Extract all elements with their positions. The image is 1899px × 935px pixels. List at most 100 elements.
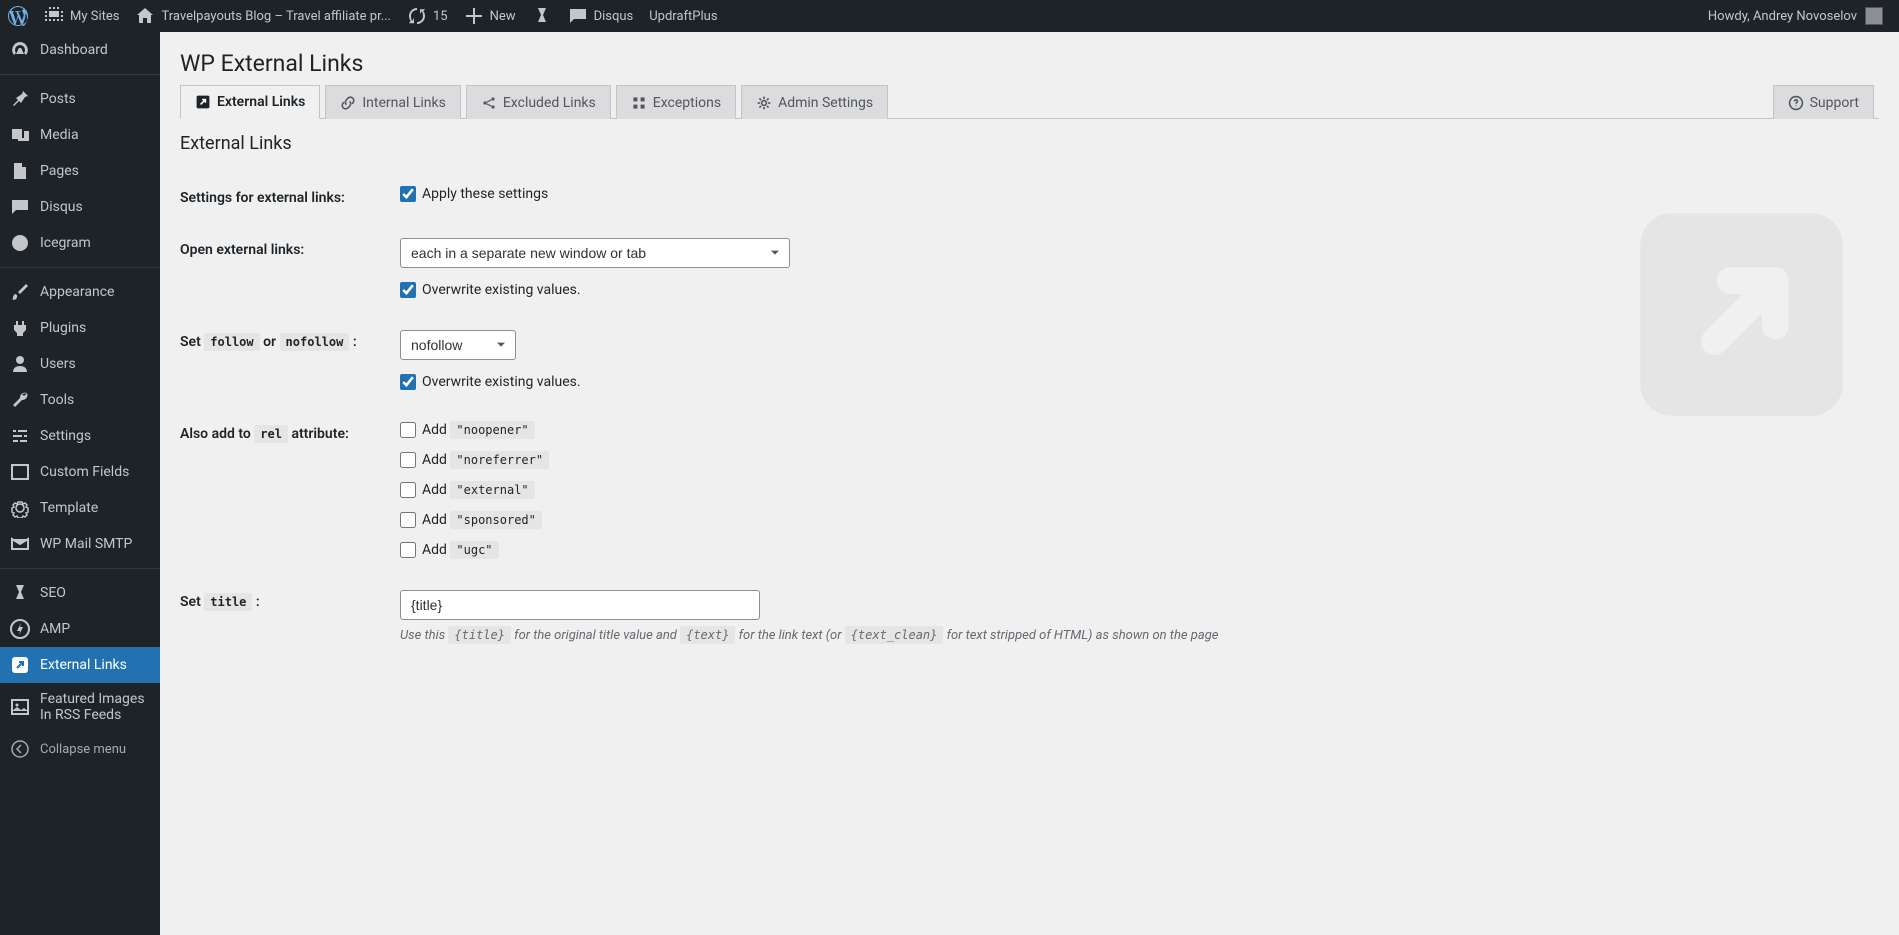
- title-description: Use this {title} for the original title …: [400, 628, 1879, 643]
- wrench-icon: [10, 390, 30, 410]
- cog-icon: [756, 95, 772, 111]
- apply-settings-field[interactable]: Apply these settings: [400, 186, 1879, 202]
- admin-bar: My Sites Travelpayouts Blog – Travel aff…: [0, 0, 1899, 32]
- mail-icon: [10, 534, 30, 554]
- yoast[interactable]: [524, 0, 560, 32]
- share-icon: [481, 95, 497, 111]
- label-title: Set title :: [180, 590, 400, 610]
- external-icon: [195, 94, 211, 110]
- site-title-label: Travelpayouts Blog – Travel affiliate pr…: [161, 9, 391, 24]
- tab-support[interactable]: Support: [1773, 85, 1874, 119]
- menu-posts[interactable]: Posts: [0, 81, 160, 117]
- title-input[interactable]: [400, 590, 760, 620]
- my-sites-label: My Sites: [70, 9, 119, 24]
- external-link-icon: [10, 655, 30, 675]
- menu-seo[interactable]: SEO: [0, 575, 160, 611]
- overwrite-open-checkbox[interactable]: [400, 282, 416, 298]
- sponsored-checkbox[interactable]: [400, 512, 416, 528]
- open-select[interactable]: each in a separate new window or tab: [400, 238, 790, 268]
- collapse-menu[interactable]: Collapse menu: [0, 731, 160, 767]
- updraft-label: UpdraftPlus: [649, 9, 717, 24]
- grid-icon: [631, 95, 647, 111]
- menu-amp[interactable]: AMP: [0, 611, 160, 647]
- user-greeting[interactable]: Howdy, Andrey Novoselov: [1700, 0, 1891, 32]
- dashboard-icon: [10, 40, 30, 60]
- noreferrer-field[interactable]: Add "noreferrer": [400, 452, 1879, 468]
- update-icon: [407, 6, 427, 26]
- tab-exceptions[interactable]: Exceptions: [616, 85, 736, 119]
- sponsored-field[interactable]: Add "sponsored": [400, 512, 1879, 528]
- icegram-icon: [10, 233, 30, 253]
- sites-icon: [44, 6, 64, 26]
- help-icon: [1788, 95, 1804, 111]
- menu-custom-fields[interactable]: Custom Fields: [0, 454, 160, 490]
- label-rel: Also add to rel attribute:: [180, 422, 400, 442]
- menu-plugins[interactable]: Plugins: [0, 310, 160, 346]
- greeting-label: Howdy, Andrey Novoselov: [1708, 9, 1857, 24]
- collapse-icon: [10, 739, 30, 759]
- new-label: New: [490, 9, 516, 24]
- updates[interactable]: 15: [399, 0, 456, 32]
- disqus-bar[interactable]: Disqus: [560, 0, 642, 32]
- wp-logo[interactable]: [0, 0, 36, 32]
- updates-count: 15: [433, 9, 448, 24]
- menu-featured-images[interactable]: Featured Images In RSS Feeds: [0, 683, 160, 731]
- updraft-bar[interactable]: UpdraftPlus: [641, 0, 725, 32]
- label-open: Open external links:: [180, 238, 400, 258]
- follow-select[interactable]: nofollow: [400, 330, 516, 360]
- fields-icon: [10, 462, 30, 482]
- page-title: WP External Links: [180, 32, 1879, 85]
- watermark-icon: [1629, 202, 1854, 427]
- overwrite-follow-checkbox[interactable]: [400, 374, 416, 390]
- home-icon: [135, 6, 155, 26]
- gear-icon: [10, 498, 30, 518]
- noreferrer-checkbox[interactable]: [400, 452, 416, 468]
- disqus-label: Disqus: [594, 9, 634, 24]
- speech-icon: [10, 197, 30, 217]
- site-name[interactable]: Travelpayouts Blog – Travel affiliate pr…: [127, 0, 399, 32]
- amp-icon: [10, 619, 30, 639]
- menu-pages[interactable]: Pages: [0, 153, 160, 189]
- label-settings: Settings for external links:: [180, 186, 400, 206]
- media-icon: [10, 125, 30, 145]
- menu-dashboard[interactable]: Dashboard: [0, 32, 160, 68]
- my-sites[interactable]: My Sites: [36, 0, 127, 32]
- menu-appearance[interactable]: Appearance: [0, 274, 160, 310]
- new-content[interactable]: New: [456, 0, 524, 32]
- yoast-icon: [532, 6, 552, 26]
- wordpress-icon: [8, 6, 28, 26]
- menu-wpmailsmtp[interactable]: WP Mail SMTP: [0, 526, 160, 562]
- ugc-field[interactable]: Add "ugc": [400, 542, 1879, 558]
- tab-excluded-links[interactable]: Excluded Links: [466, 85, 611, 119]
- sliders-icon: [10, 426, 30, 446]
- menu-disqus[interactable]: Disqus: [0, 189, 160, 225]
- user-icon: [10, 354, 30, 374]
- external-checkbox[interactable]: [400, 482, 416, 498]
- tab-internal-links[interactable]: Internal Links: [325, 85, 461, 119]
- tab-external-links[interactable]: External Links: [180, 85, 320, 119]
- link-icon: [340, 95, 356, 111]
- avatar: [1865, 7, 1883, 25]
- menu-tools[interactable]: Tools: [0, 382, 160, 418]
- menu-media[interactable]: Media: [0, 117, 160, 153]
- content-area: WP External Links External Links Interna…: [160, 32, 1899, 699]
- label-follow: Set follow or nofollow :: [180, 330, 400, 350]
- ugc-checkbox[interactable]: [400, 542, 416, 558]
- menu-settings[interactable]: Settings: [0, 418, 160, 454]
- noopener-checkbox[interactable]: [400, 422, 416, 438]
- menu-external-links[interactable]: External Links: [0, 647, 160, 683]
- comment-icon: [568, 6, 588, 26]
- plus-icon: [464, 6, 484, 26]
- admin-sidebar: Dashboard Posts Media Pages Disqus Icegr…: [0, 32, 160, 935]
- tabs-nav: External Links Internal Links Excluded L…: [180, 85, 1879, 119]
- apply-checkbox[interactable]: [400, 186, 416, 202]
- external-field[interactable]: Add "external": [400, 482, 1879, 498]
- plug-icon: [10, 318, 30, 338]
- menu-icegram[interactable]: Icegram: [0, 225, 160, 261]
- image-icon: [10, 697, 30, 717]
- section-title: External Links: [180, 133, 1879, 154]
- menu-template[interactable]: Template: [0, 490, 160, 526]
- tab-admin-settings[interactable]: Admin Settings: [741, 85, 888, 119]
- page-icon: [10, 161, 30, 181]
- menu-users[interactable]: Users: [0, 346, 160, 382]
